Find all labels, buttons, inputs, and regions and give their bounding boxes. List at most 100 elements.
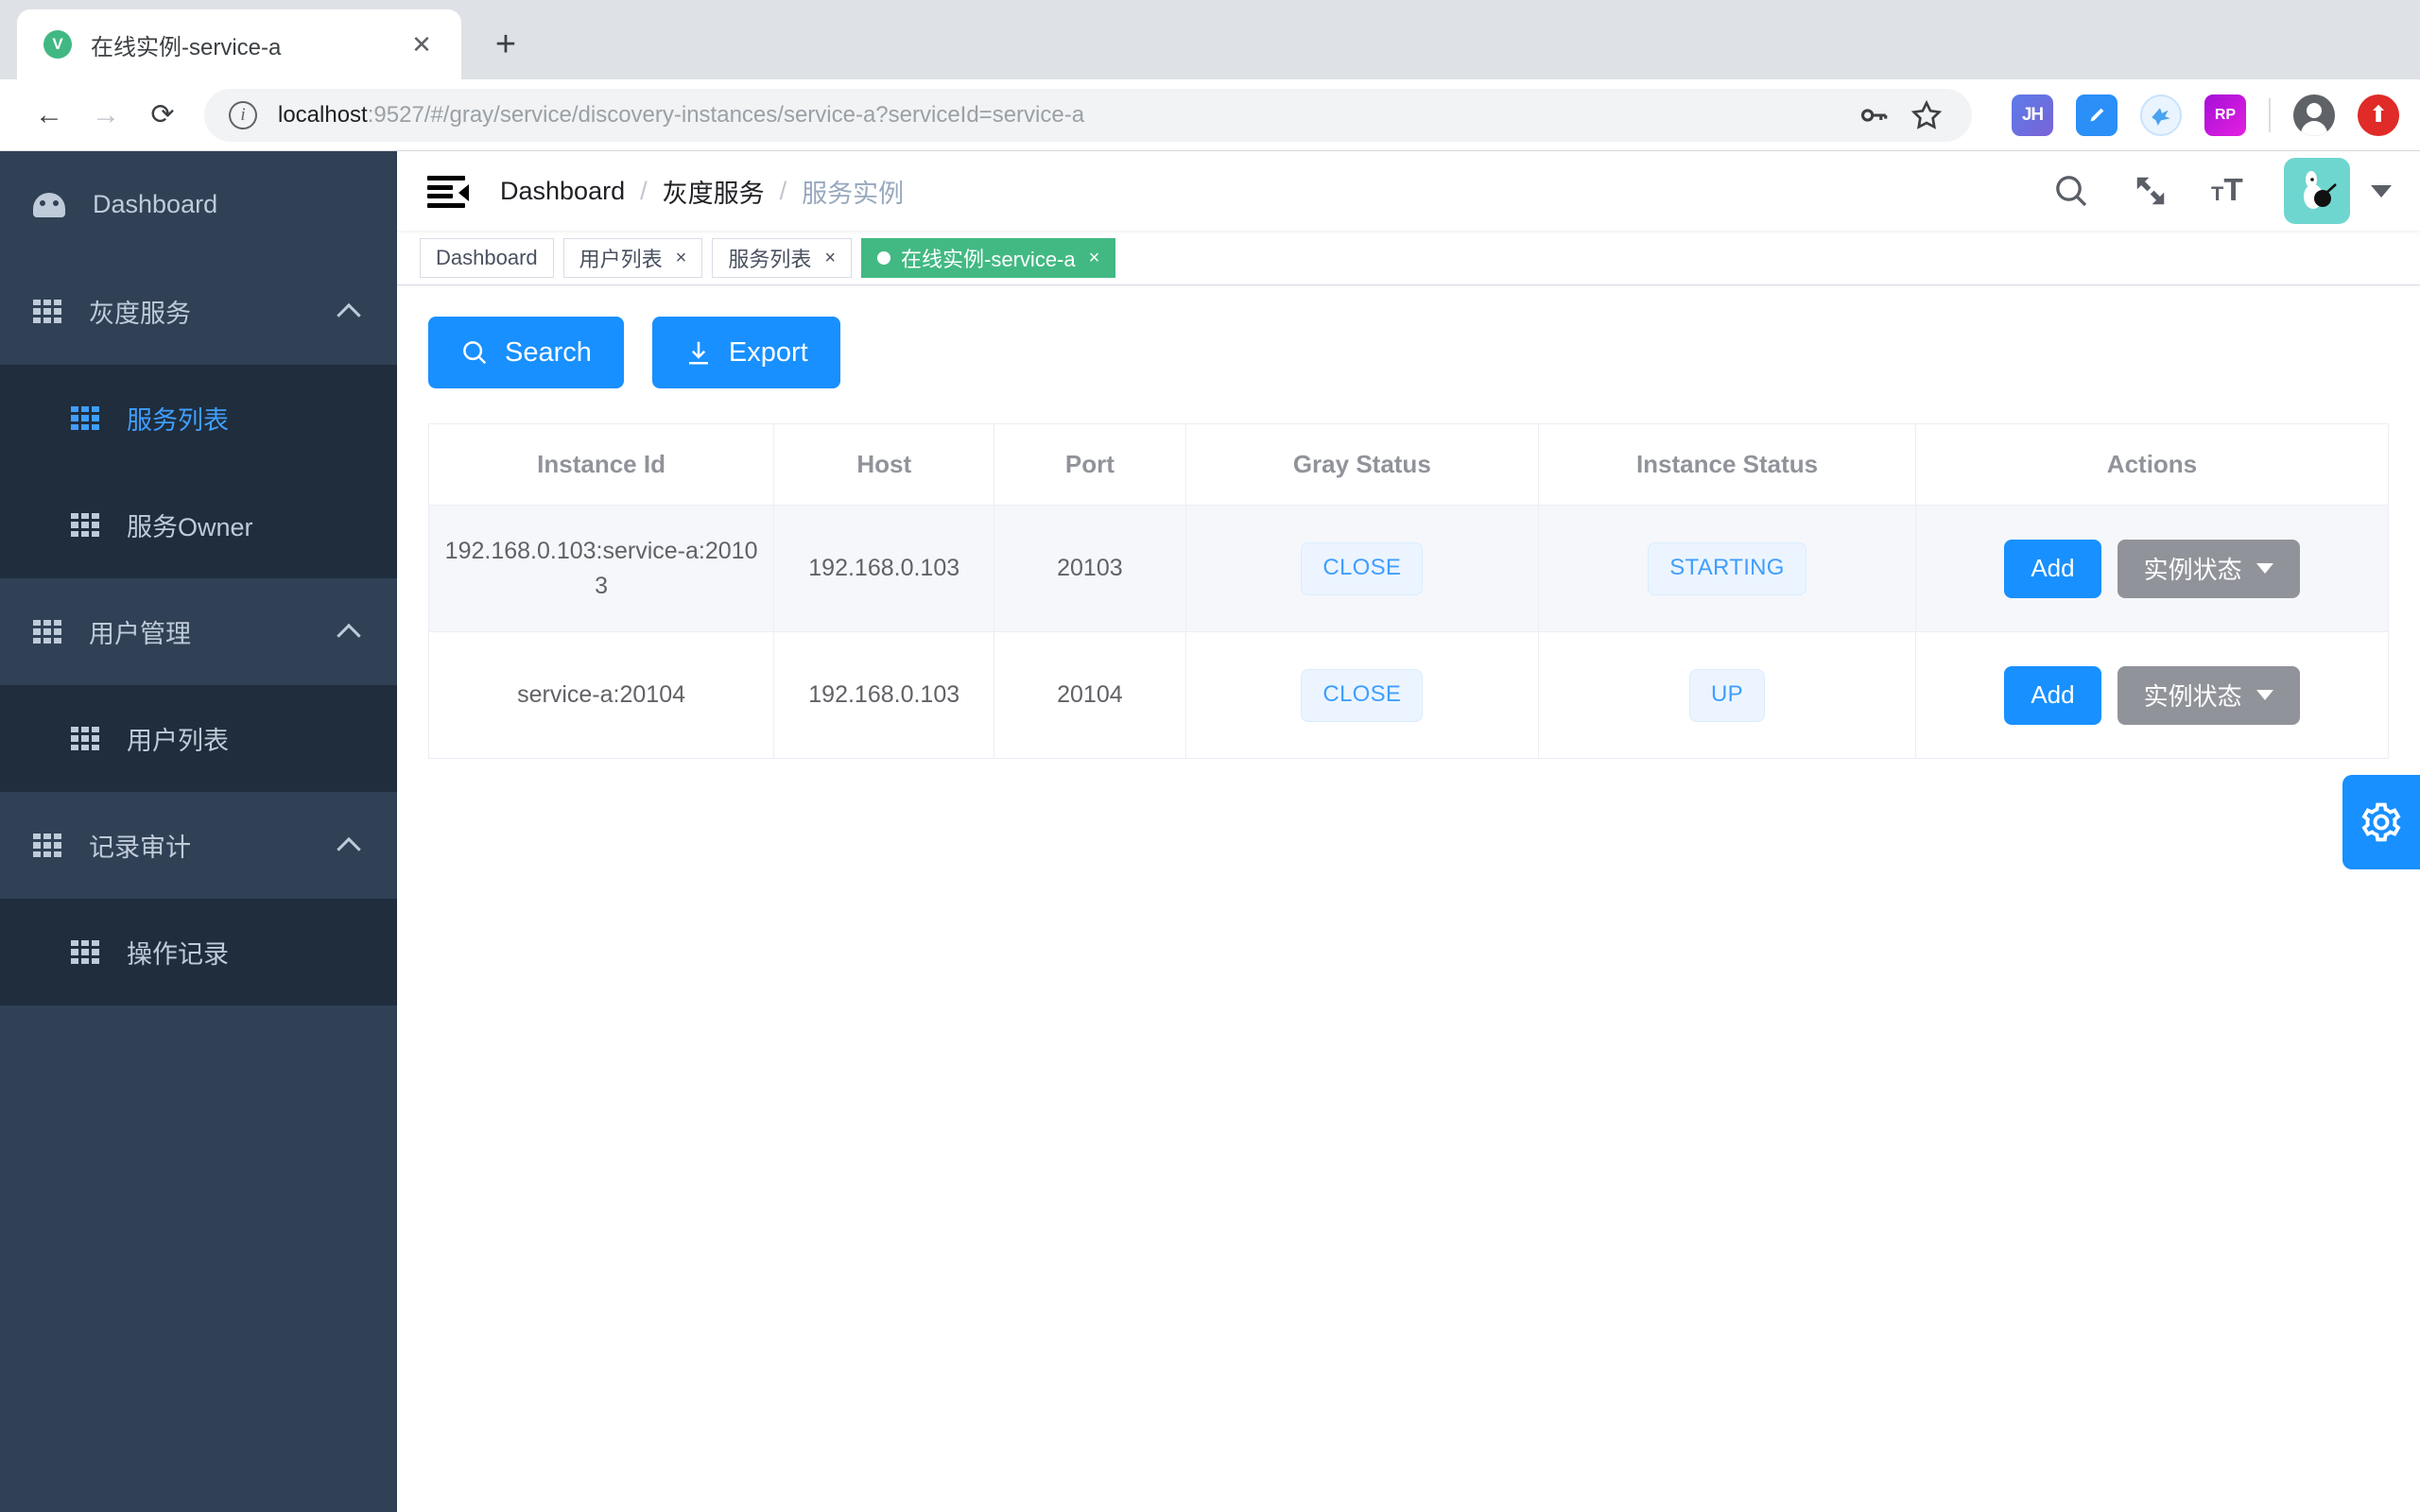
- password-key-icon[interactable]: [1847, 99, 1900, 131]
- back-icon[interactable]: ←: [21, 87, 78, 144]
- tag-label: 用户列表: [579, 247, 663, 271]
- download-icon: [684, 338, 713, 367]
- top-navbar: Dashboard / 灰度服务 / 服务实例 T T: [397, 151, 2420, 231]
- tag-label: 在线实例-service-a: [901, 247, 1076, 271]
- column-header-instance-id: Instance Id: [428, 423, 775, 506]
- url-text: localhost:9527/#/gray/service/discovery-…: [278, 102, 1847, 129]
- avatar[interactable]: [2284, 158, 2350, 224]
- sidebar-item-operation-log[interactable]: 操作记录: [0, 899, 397, 1005]
- svg-text:T: T: [2223, 173, 2242, 208]
- table-header-row: Instance Id Host Port Gray Status Instan…: [428, 423, 2389, 506]
- sidebar-item-label: 服务列表: [127, 406, 229, 435]
- dropdown-label: 实例状态: [2143, 556, 2242, 584]
- column-header-port: Port: [994, 423, 1186, 506]
- main-container: Dashboard / 灰度服务 / 服务实例 T T Dashboard 用户…: [397, 151, 2420, 1512]
- sidebar-item-user-list[interactable]: 用户列表: [0, 685, 397, 792]
- close-icon[interactable]: ✕: [403, 32, 441, 57]
- sidebar-item-label: 服务Owner: [127, 513, 253, 541]
- sidebar-group-audit[interactable]: 记录审计: [0, 792, 397, 899]
- browser-tab[interactable]: V 在线实例-service-a ✕: [17, 9, 461, 79]
- new-tab-button[interactable]: +: [476, 15, 535, 74]
- sidebar: Dashboard 灰度服务 服务列表 服务Owner 用户管理 用户列表 记录…: [0, 151, 397, 1512]
- gauge-icon: [33, 192, 65, 217]
- update-arrow-icon[interactable]: ⬆: [2358, 94, 2399, 136]
- grid-icon: [33, 619, 61, 644]
- chevron-down-icon: [2256, 563, 2273, 574]
- site-info-icon[interactable]: i: [229, 100, 257, 129]
- table-header: Instance Id Host Port Gray Status Instan…: [428, 423, 2389, 506]
- close-icon[interactable]: ×: [1089, 249, 1100, 267]
- search-icon: [460, 338, 489, 367]
- cell-actions: Add 实例状态: [1915, 505, 2389, 632]
- cell-instance-id: service-a:20104: [428, 631, 775, 759]
- chevron-down-icon[interactable]: [2371, 184, 2392, 198]
- table-row[interactable]: service-a:20104 192.168.0.103 20104 CLOS…: [428, 631, 2389, 759]
- browser-tab-title: 在线实例-service-a: [91, 34, 282, 60]
- profile-avatar-icon[interactable]: [2293, 94, 2335, 136]
- sidebar-group-gray-service[interactable]: 灰度服务: [0, 258, 397, 365]
- cell-gray-status: CLOSE: [1185, 505, 1540, 632]
- search-button[interactable]: Search: [428, 317, 624, 388]
- blue-extension-icon[interactable]: [2076, 94, 2118, 136]
- sidebar-item-service-owner[interactable]: 服务Owner: [0, 472, 397, 578]
- instance-status-dropdown[interactable]: 实例状态: [2117, 665, 2300, 725]
- sidebar-item-dashboard[interactable]: Dashboard: [0, 151, 397, 258]
- tag-service-list[interactable]: 服务列表 ×: [712, 237, 853, 278]
- cell-instance-status: STARTING: [1538, 505, 1916, 632]
- add-button[interactable]: Add: [2004, 665, 2101, 725]
- grid-icon: [71, 405, 99, 431]
- status-badge: STARTING: [1648, 541, 1806, 595]
- chevron-down-icon: [2256, 690, 2273, 700]
- sidebar-group-user-management[interactable]: 用户管理: [0, 578, 397, 685]
- breadcrumb: Dashboard / 灰度服务 / 服务实例: [500, 173, 904, 210]
- reload-icon[interactable]: ⟳: [134, 87, 191, 144]
- gray-status-badge: CLOSE: [1301, 668, 1424, 722]
- column-header-gray-status: Gray Status: [1185, 423, 1540, 506]
- column-header-actions: Actions: [1915, 423, 2389, 506]
- breadcrumb-separator: /: [640, 176, 648, 205]
- jh-extension-icon[interactable]: JH: [2012, 94, 2053, 136]
- url-path: :9527/#/gray/service/discovery-instances…: [367, 101, 1085, 128]
- forward-icon[interactable]: →: [78, 87, 134, 144]
- sidebar-group-label: 灰度服务: [89, 300, 191, 328]
- close-icon[interactable]: ×: [824, 249, 836, 267]
- grid-icon: [71, 939, 99, 965]
- bookmark-star-icon[interactable]: [1900, 99, 1953, 131]
- app-root: Dashboard 灰度服务 服务列表 服务Owner 用户管理 用户列表 记录…: [0, 151, 2420, 1512]
- menu-collapse-icon[interactable]: [427, 172, 469, 210]
- status-badge: UP: [1689, 668, 1765, 722]
- export-button[interactable]: Export: [651, 317, 840, 388]
- search-button-label: Search: [505, 336, 592, 368]
- tag-dashboard[interactable]: Dashboard: [420, 237, 554, 278]
- chevron-up-icon: [337, 623, 361, 647]
- tags-view: Dashboard 用户列表 × 服务列表 × 在线实例-service-a ×: [397, 231, 2420, 285]
- font-size-icon[interactable]: T T: [2197, 158, 2263, 224]
- tag-online-instance-service-a[interactable]: 在线实例-service-a ×: [861, 237, 1116, 278]
- tag-label: 服务列表: [728, 247, 812, 271]
- cell-host: 192.168.0.103: [773, 505, 995, 632]
- sidebar-item-label: Dashboard: [93, 190, 218, 218]
- grid-icon: [33, 299, 61, 324]
- cell-instance-id: 192.168.0.103:service-a:20103: [428, 505, 775, 632]
- breadcrumb-item-dashboard[interactable]: Dashboard: [500, 177, 625, 206]
- settings-panel-button[interactable]: [2342, 775, 2420, 869]
- instance-status-dropdown[interactable]: 实例状态: [2117, 539, 2300, 598]
- tag-user-list[interactable]: 用户列表 ×: [562, 237, 703, 278]
- address-bar[interactable]: i localhost:9527/#/gray/service/discover…: [204, 88, 1972, 142]
- tag-label: Dashboard: [436, 245, 538, 269]
- breadcrumb-item-gray-service[interactable]: 灰度服务: [663, 173, 765, 210]
- rp-extension-icon[interactable]: RP: [2204, 94, 2246, 136]
- column-header-instance-status: Instance Status: [1538, 423, 1916, 506]
- close-icon[interactable]: ×: [676, 249, 687, 267]
- browser-toolbar: ← → ⟳ i localhost:9527/#/gray/service/di…: [0, 79, 2420, 151]
- fullscreen-icon[interactable]: [2118, 158, 2184, 224]
- table-row[interactable]: 192.168.0.103:service-a:20103 192.168.0.…: [428, 505, 2389, 632]
- active-dot-icon: [877, 250, 891, 265]
- cell-gray-status: CLOSE: [1185, 631, 1540, 759]
- search-icon[interactable]: [2038, 158, 2104, 224]
- sidebar-item-service-list[interactable]: 服务列表: [0, 365, 397, 472]
- add-button[interactable]: Add: [2004, 539, 2101, 598]
- browser-chrome: V 在线实例-service-a ✕ + ← → ⟳ i localhost:9…: [0, 0, 2420, 151]
- extension-tray: JH RP ⬆: [1989, 94, 2399, 136]
- bird-extension-icon[interactable]: [2140, 94, 2182, 136]
